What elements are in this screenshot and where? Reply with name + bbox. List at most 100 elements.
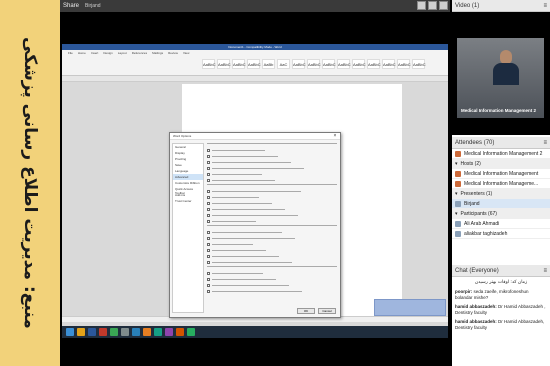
- checkbox[interactable]: [207, 208, 210, 211]
- setting-row[interactable]: [207, 254, 337, 259]
- attendee-row[interactable]: Medical Information Management: [452, 169, 550, 179]
- checkbox[interactable]: [207, 190, 210, 193]
- style-swatch[interactable]: AaBbC: [352, 59, 366, 69]
- checkbox[interactable]: [207, 173, 210, 176]
- dialog-title: Word Options: [170, 133, 340, 140]
- style-swatch[interactable]: AaBbC: [217, 59, 231, 69]
- setting-row[interactable]: [207, 178, 337, 183]
- checkbox[interactable]: [207, 272, 210, 275]
- style-swatch[interactable]: AaBbC: [397, 59, 411, 69]
- taskbar-app-icon[interactable]: [143, 328, 151, 336]
- setting-row[interactable]: [207, 172, 337, 177]
- style-swatch[interactable]: AaC: [277, 59, 290, 69]
- layout-icon[interactable]: [417, 1, 426, 10]
- close-icon[interactable]: ×: [331, 133, 339, 139]
- setting-row[interactable]: [207, 242, 337, 247]
- style-swatch[interactable]: AaBbC: [322, 59, 336, 69]
- ribbon-tab[interactable]: Layout: [118, 51, 127, 55]
- checkbox[interactable]: [207, 284, 210, 287]
- style-swatch[interactable]: AaBbC: [337, 59, 351, 69]
- style-swatch[interactable]: AaBbC: [307, 59, 321, 69]
- checkbox[interactable]: [207, 231, 210, 234]
- checkbox[interactable]: [207, 167, 210, 170]
- ribbon-tab[interactable]: Design: [103, 51, 112, 55]
- taskbar-app-icon[interactable]: [165, 328, 173, 336]
- setting-row[interactable]: [207, 236, 337, 241]
- ribbon-tab[interactable]: Insert: [91, 51, 99, 55]
- taskbar-app-icon[interactable]: [77, 328, 85, 336]
- setting-row[interactable]: [207, 201, 337, 206]
- setting-row[interactable]: [207, 219, 337, 224]
- ribbon-tab[interactable]: Review: [168, 51, 178, 55]
- presenters-group[interactable]: ▾ Presenters (1): [452, 189, 550, 199]
- checkbox[interactable]: [207, 255, 210, 258]
- style-swatch[interactable]: AaBbC: [202, 59, 216, 69]
- taskbar-app-icon[interactable]: [154, 328, 162, 336]
- checkbox[interactable]: [207, 214, 210, 217]
- ribbon-tab[interactable]: Mailings: [152, 51, 163, 55]
- setting-row[interactable]: [207, 289, 337, 294]
- fullscreen-icon[interactable]: [428, 1, 437, 10]
- taskbar-app-icon[interactable]: [88, 328, 96, 336]
- style-swatch[interactable]: AaBbC: [232, 59, 246, 69]
- setting-row[interactable]: [207, 154, 337, 159]
- setting-row[interactable]: [207, 271, 337, 276]
- options-icon[interactable]: [439, 1, 448, 10]
- checkbox[interactable]: [207, 202, 210, 205]
- style-swatch[interactable]: AaBbC: [292, 59, 306, 69]
- taskbar-app-icon[interactable]: [99, 328, 107, 336]
- hosts-group[interactable]: ▾ Hosts (2): [452, 159, 550, 169]
- checkbox[interactable]: [207, 290, 210, 293]
- participants-group[interactable]: ▾ Participants (67): [452, 209, 550, 219]
- menu-icon[interactable]: ≡: [543, 268, 547, 274]
- setting-row[interactable]: [207, 160, 337, 165]
- taskbar-app-icon[interactable]: [121, 328, 129, 336]
- setting-row[interactable]: [207, 248, 337, 253]
- ok-button[interactable]: OK: [297, 308, 315, 314]
- attendee-row[interactable]: Medical Information Manageme...: [452, 179, 550, 189]
- menu-icon[interactable]: ≡: [543, 140, 547, 146]
- checkbox[interactable]: [207, 261, 210, 264]
- setting-row[interactable]: [207, 277, 337, 282]
- setting-row[interactable]: [207, 166, 337, 171]
- menu-icon[interactable]: ≡: [543, 3, 547, 9]
- ribbon-tab[interactable]: Home: [78, 51, 86, 55]
- ribbon-tab[interactable]: File: [68, 51, 73, 55]
- setting-row[interactable]: [207, 148, 337, 153]
- style-swatch[interactable]: AaBbC: [382, 59, 396, 69]
- checkbox[interactable]: [207, 161, 210, 164]
- checkbox[interactable]: [207, 179, 210, 182]
- taskbar-app-icon[interactable]: [176, 328, 184, 336]
- setting-row[interactable]: [207, 195, 337, 200]
- cancel-button[interactable]: Cancel: [318, 308, 336, 314]
- taskbar-app-icon[interactable]: [187, 328, 195, 336]
- attendee-row[interactable]: Ali Arab Ahmadi: [452, 219, 550, 229]
- checkbox[interactable]: [207, 149, 210, 152]
- ribbon-tab[interactable]: View: [183, 51, 189, 55]
- checkbox[interactable]: [207, 278, 210, 281]
- setting-row[interactable]: [207, 207, 337, 212]
- setting-row[interactable]: [207, 230, 337, 235]
- setting-row[interactable]: [207, 260, 337, 265]
- style-swatch[interactable]: AaBbC: [412, 59, 426, 69]
- checkbox[interactable]: [207, 243, 210, 246]
- checkbox[interactable]: [207, 220, 210, 223]
- meeting-row[interactable]: Medical Information Management 2: [452, 149, 550, 159]
- style-swatch[interactable]: AaBb: [262, 59, 275, 69]
- style-swatch[interactable]: AaBbC: [247, 59, 261, 69]
- setting-row[interactable]: [207, 283, 337, 288]
- ribbon-tab[interactable]: References: [132, 51, 147, 55]
- dialog-nav-item[interactable]: Trust Center: [173, 198, 203, 204]
- setting-row[interactable]: [207, 213, 337, 218]
- attendee-row[interactable]: Birjand: [452, 199, 550, 209]
- checkbox[interactable]: [207, 237, 210, 240]
- setting-row[interactable]: [207, 189, 337, 194]
- checkbox[interactable]: [207, 196, 210, 199]
- attendee-row[interactable]: aliakbar taghizadeh: [452, 229, 550, 239]
- style-swatch[interactable]: AaBbC: [367, 59, 381, 69]
- checkbox[interactable]: [207, 249, 210, 252]
- taskbar-app-icon[interactable]: [66, 328, 74, 336]
- checkbox[interactable]: [207, 155, 210, 158]
- taskbar-app-icon[interactable]: [110, 328, 118, 336]
- taskbar-app-icon[interactable]: [132, 328, 140, 336]
